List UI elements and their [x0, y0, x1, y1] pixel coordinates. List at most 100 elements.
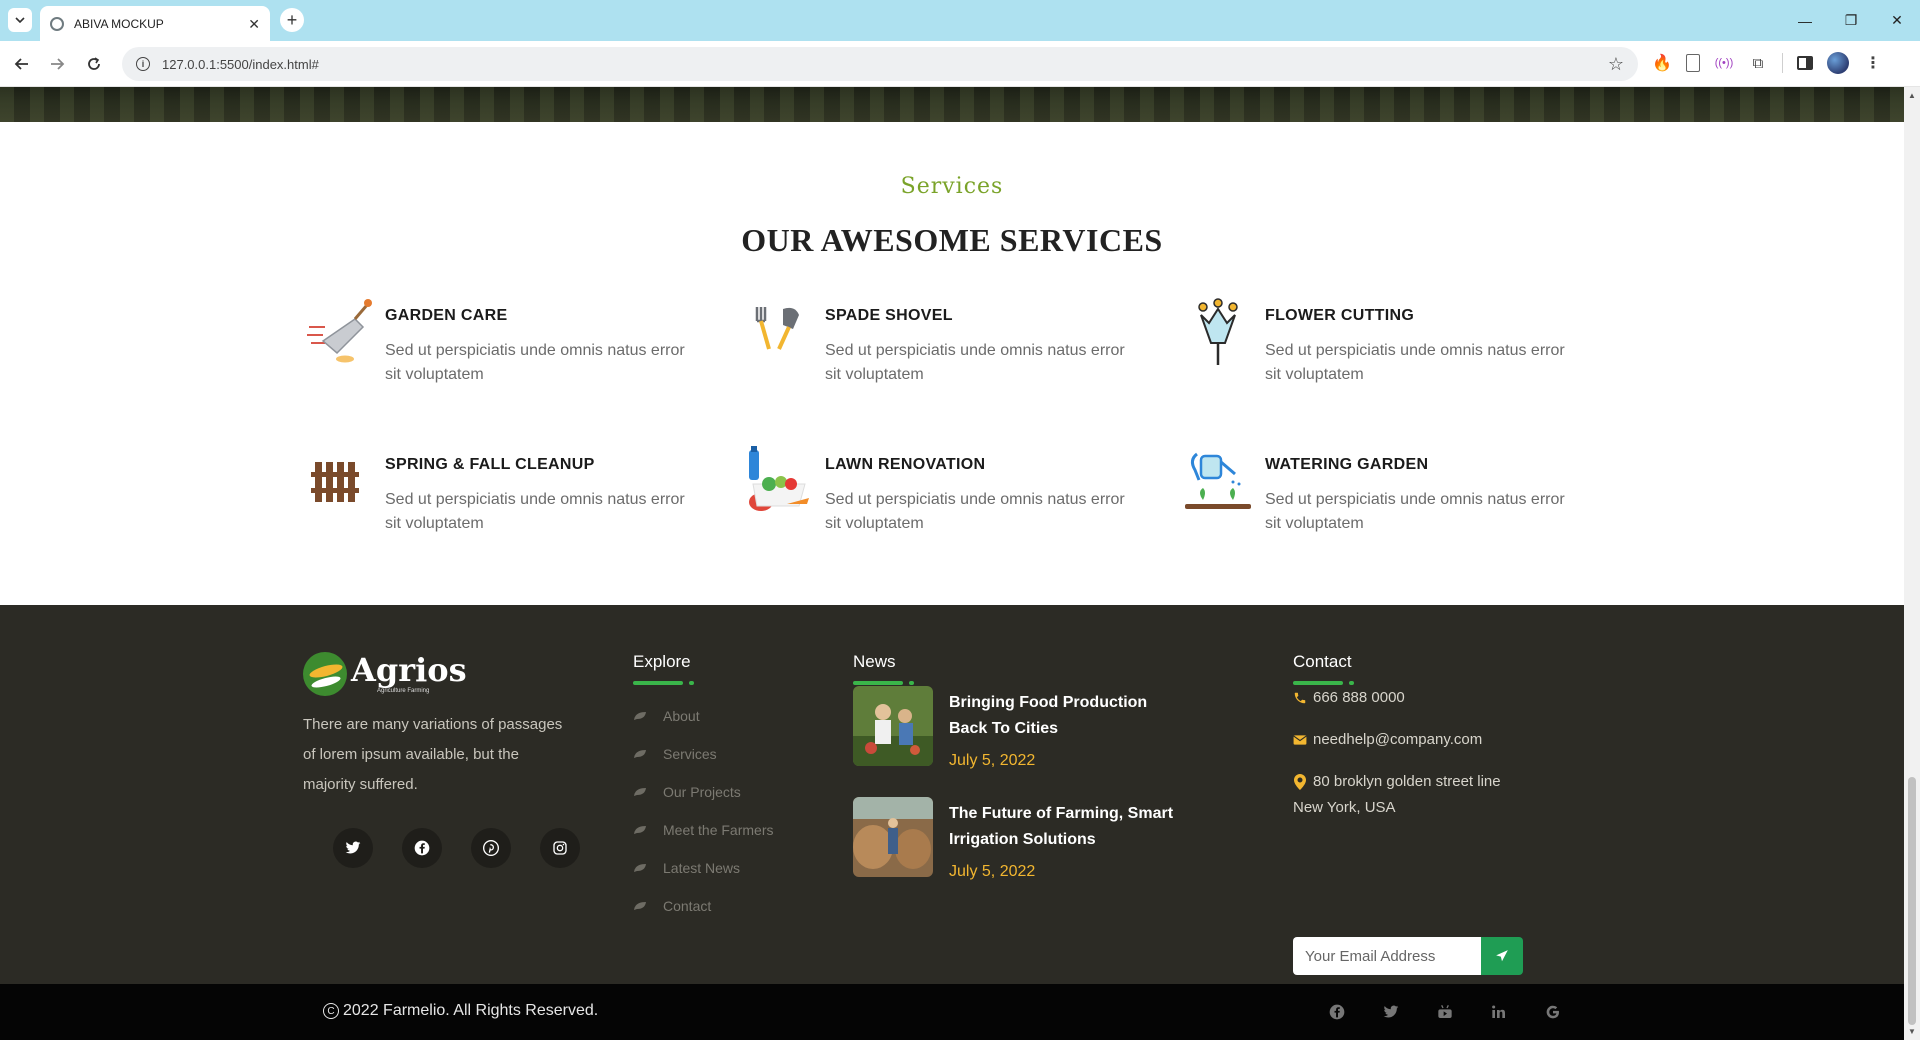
explore-link-label: About: [663, 708, 700, 724]
page-viewport: Services OUR AWESOME SERVICES GARDEN CAR…: [0, 87, 1904, 1040]
hero-image-strip: [0, 87, 1904, 122]
twitter-button[interactable]: [333, 828, 373, 868]
service-title: SPRING & FALL CLEANUP: [385, 456, 595, 473]
trowel-icon: [307, 299, 372, 363]
service-description: Sed ut perspiciatis unde omnis natus err…: [1265, 342, 1565, 383]
service-title: SPADE SHOVEL: [825, 307, 953, 324]
tab-search-button[interactable]: [8, 8, 32, 32]
globe-icon: [50, 16, 64, 31]
footer-logo[interactable]: Agrios Agriculture Farming: [303, 652, 467, 696]
newsletter-submit-button[interactable]: [1481, 937, 1523, 975]
facebook-icon[interactable]: [1325, 1001, 1349, 1023]
close-window-button[interactable]: ✕: [1874, 0, 1920, 41]
bottom-social-links: [1325, 1001, 1565, 1023]
news-title[interactable]: The Future of Farming, Smart Irrigation …: [949, 801, 1179, 853]
reload-button[interactable]: [82, 52, 106, 76]
site-footer: Agrios Agriculture Farming There are man…: [0, 605, 1904, 984]
explore-heading: Explore: [633, 652, 691, 671]
explore-link-label: Meet the Farmers: [663, 822, 774, 838]
newsletter-form-row: [1293, 937, 1523, 975]
chevron-down-icon: [15, 17, 25, 23]
site-info-icon[interactable]: i: [136, 57, 150, 71]
scroll-down-arrow-icon[interactable]: ▼: [1908, 1027, 1916, 1036]
watering-can-icon: [1185, 452, 1251, 509]
instagram-button[interactable]: [540, 828, 580, 868]
toolbar-divider: [1782, 53, 1783, 73]
puzzle-icon[interactable]: ⧉: [1748, 53, 1768, 73]
service-garden-care: GARDEN CARE Sed ut perspiciatis unde omn…: [303, 297, 685, 397]
broadcast-extension-icon[interactable]: ((•)): [1714, 53, 1734, 73]
document-extension-icon[interactable]: [1686, 54, 1700, 72]
more-menu-icon[interactable]: ⋮: [1863, 53, 1883, 73]
leaf-icon: [634, 826, 646, 834]
service-flower-cutting: FLOWER CUTTING Sed ut perspiciatis unde …: [1183, 297, 1565, 397]
extensions-area: 🔥 ((•)) ⧉ ⋮: [1652, 52, 1883, 74]
contact-phone-text: 666 888 0000: [1313, 689, 1405, 706]
minimize-button[interactable]: —: [1782, 0, 1828, 41]
explore-link-label: Contact: [663, 898, 712, 914]
service-lawn-renovation: LAWN RENOVATION Sed ut perspiciatis unde…: [743, 446, 1125, 546]
explore-link-label: Services: [663, 746, 717, 762]
service-description: Sed ut perspiciatis unde omnis natus err…: [825, 491, 1125, 532]
footer-bottom-bar: C 2022 Farmelio. All Rights Reserved.: [0, 984, 1904, 1040]
scrollbar-thumb[interactable]: [1908, 777, 1916, 1025]
map-pin-icon: [1293, 774, 1307, 791]
explore-link-farmers[interactable]: Meet the Farmers: [633, 811, 773, 849]
explore-link-news[interactable]: Latest News: [633, 849, 773, 887]
browser-tab[interactable]: ABIVA MOCKUP ✕: [40, 6, 270, 41]
flower-icon: [1198, 298, 1238, 365]
page-scrollbar[interactable]: ▲ ▼: [1904, 87, 1920, 1040]
leaf-icon: [634, 864, 646, 872]
logo-mark-icon: [303, 652, 347, 696]
news-title[interactable]: Bringing Food Production Back To Cities: [949, 690, 1179, 742]
service-description: Sed ut perspiciatis unde omnis natus err…: [385, 491, 685, 532]
leaf-icon: [634, 788, 646, 796]
facebook-button[interactable]: [402, 828, 442, 868]
service-description: Sed ut perspiciatis unde omnis natus err…: [1265, 491, 1565, 532]
service-title: FLOWER CUTTING: [1265, 307, 1415, 324]
window-controls: — ❐ ✕: [1782, 0, 1920, 41]
footer-social-links: [333, 828, 580, 868]
reload-icon: [88, 57, 100, 70]
twitter-icon[interactable]: [1379, 1001, 1403, 1023]
contact-phone[interactable]: 666 888 0000: [1293, 685, 1405, 711]
close-tab-icon[interactable]: ✕: [248, 17, 260, 31]
copyright-text: 2022 Farmelio. All Rights Reserved.: [343, 1002, 599, 1019]
news-item[interactable]: The Future of Farming, Smart Irrigation …: [853, 797, 1183, 880]
services-kicker: Services: [900, 174, 1004, 199]
footer-about-text: There are many variations of passages of…: [303, 716, 563, 793]
new-tab-button[interactable]: +: [280, 8, 304, 32]
browser-toolbar: i 127.0.0.1:5500/index.html# ☆ 🔥 ((•)) ⧉…: [0, 41, 1920, 87]
google-icon[interactable]: [1541, 1001, 1565, 1023]
contact-email[interactable]: needhelp@company.com: [1293, 727, 1482, 753]
explore-link-contact[interactable]: Contact: [633, 887, 773, 925]
service-title: GARDEN CARE: [385, 307, 508, 324]
pinterest-button[interactable]: [471, 828, 511, 868]
restore-button[interactable]: ❐: [1828, 0, 1874, 41]
explore-link-services[interactable]: Services: [633, 735, 773, 773]
fire-extension-icon[interactable]: 🔥: [1652, 53, 1672, 73]
youtube-icon[interactable]: [1433, 1001, 1457, 1023]
scroll-up-arrow-icon[interactable]: ▲: [1908, 91, 1916, 100]
copyright: C 2022 Farmelio. All Rights Reserved.: [323, 1002, 598, 1020]
twitter-icon: [345, 841, 361, 854]
side-panel-icon[interactable]: [1797, 56, 1813, 70]
explore-link-about[interactable]: About: [633, 697, 773, 735]
news-item[interactable]: Bringing Food Production Back To Cities …: [853, 686, 1183, 769]
forward-button[interactable]: [45, 52, 69, 76]
facebook-icon: [414, 840, 430, 856]
pinterest-icon: [483, 840, 499, 856]
profile-avatar[interactable]: [1827, 52, 1849, 74]
back-button[interactable]: [10, 52, 34, 76]
bookmark-star-icon[interactable]: ☆: [1608, 54, 1624, 75]
address-bar[interactable]: i 127.0.0.1:5500/index.html# ☆: [122, 47, 1638, 81]
contact-address-text: 80 broklyn golden street line New York, …: [1293, 773, 1501, 816]
contact-heading: Contact: [1293, 652, 1352, 671]
linkedin-icon[interactable]: [1487, 1001, 1511, 1023]
arrow-left-icon: [14, 58, 28, 70]
copyright-icon: C: [323, 1003, 339, 1019]
explore-link-projects[interactable]: Our Projects: [633, 773, 773, 811]
service-description: Sed ut perspiciatis unde omnis natus err…: [385, 342, 685, 383]
newsletter-email-input[interactable]: [1293, 937, 1481, 975]
service-watering-garden: WATERING GARDEN Sed ut perspiciatis unde…: [1183, 446, 1565, 546]
